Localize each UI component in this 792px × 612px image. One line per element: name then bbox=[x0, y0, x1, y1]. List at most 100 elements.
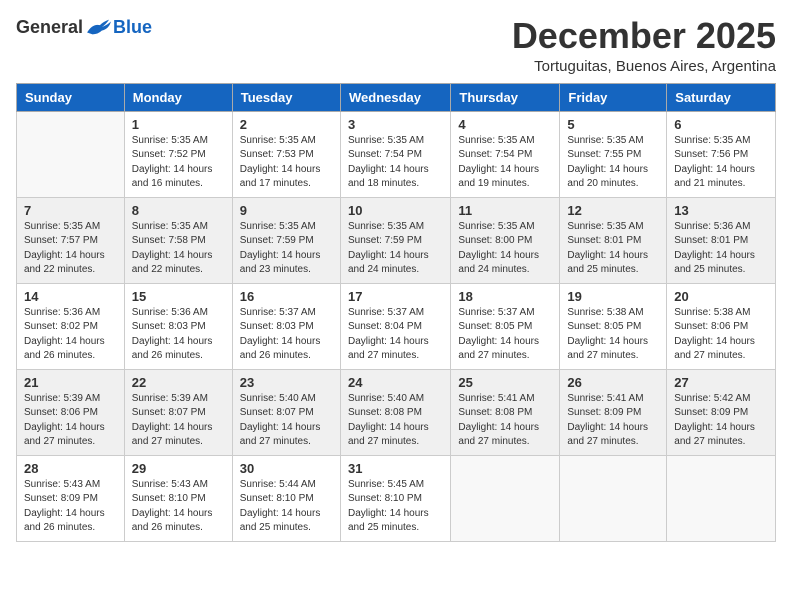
column-header-thursday: Thursday bbox=[451, 83, 560, 111]
calendar-cell: 2 Sunrise: 5:35 AMSunset: 7:53 PMDaylight… bbox=[232, 111, 340, 197]
day-detail: Sunrise: 5:35 AMSunset: 7:53 PMDaylight:… bbox=[240, 134, 333, 192]
day-number: 30 bbox=[240, 461, 333, 476]
day-detail: Sunrise: 5:39 AMSunset: 8:07 PMDaylight:… bbox=[132, 392, 225, 450]
calendar-header-row: SundayMondayTuesdayWednesdayThursdayFrid… bbox=[17, 83, 776, 111]
day-number: 27 bbox=[674, 375, 768, 390]
day-number: 24 bbox=[348, 375, 443, 390]
calendar-cell: 24 Sunrise: 5:40 AMSunset: 8:08 PMDayligh… bbox=[340, 369, 450, 455]
column-header-wednesday: Wednesday bbox=[340, 83, 450, 111]
day-number: 31 bbox=[348, 461, 443, 476]
calendar-cell: 16 Sunrise: 5:37 AMSunset: 8:03 PMDayligh… bbox=[232, 283, 340, 369]
day-number: 14 bbox=[24, 289, 117, 304]
day-number: 6 bbox=[674, 117, 768, 132]
day-detail: Sunrise: 5:37 AMSunset: 8:04 PMDaylight:… bbox=[348, 306, 443, 364]
day-detail: Sunrise: 5:35 AMSunset: 7:52 PMDaylight:… bbox=[132, 134, 225, 192]
calendar-cell: 11 Sunrise: 5:35 AMSunset: 8:00 PMDayligh… bbox=[451, 197, 560, 283]
day-number: 17 bbox=[348, 289, 443, 304]
calendar-cell: 6 Sunrise: 5:35 AMSunset: 7:56 PMDaylight… bbox=[667, 111, 776, 197]
day-detail: Sunrise: 5:36 AMSunset: 8:01 PMDaylight:… bbox=[674, 220, 768, 278]
calendar-cell: 25 Sunrise: 5:41 AMSunset: 8:08 PMDayligh… bbox=[451, 369, 560, 455]
calendar-cell: 18 Sunrise: 5:37 AMSunset: 8:05 PMDayligh… bbox=[451, 283, 560, 369]
day-number: 21 bbox=[24, 375, 117, 390]
day-detail: Sunrise: 5:38 AMSunset: 8:05 PMDaylight:… bbox=[567, 306, 659, 364]
calendar-cell: 17 Sunrise: 5:37 AMSunset: 8:04 PMDayligh… bbox=[340, 283, 450, 369]
day-detail: Sunrise: 5:35 AMSunset: 7:54 PMDaylight:… bbox=[458, 134, 552, 192]
day-number: 22 bbox=[132, 375, 225, 390]
calendar-cell bbox=[667, 455, 776, 541]
day-detail: Sunrise: 5:41 AMSunset: 8:08 PMDaylight:… bbox=[458, 392, 552, 450]
day-number: 16 bbox=[240, 289, 333, 304]
day-number: 13 bbox=[674, 203, 768, 218]
calendar-cell: 22 Sunrise: 5:39 AMSunset: 8:07 PMDayligh… bbox=[124, 369, 232, 455]
day-number: 20 bbox=[674, 289, 768, 304]
day-number: 28 bbox=[24, 461, 117, 476]
day-number: 23 bbox=[240, 375, 333, 390]
calendar-cell: 7Sunrise: 5:35 AMSunset: 7:57 PMDaylight… bbox=[17, 197, 125, 283]
day-detail: Sunrise: 5:35 AMSunset: 7:55 PMDaylight:… bbox=[567, 134, 659, 192]
calendar-week-row: 14 Sunrise: 5:36 AMSunset: 8:02 PMDayligh… bbox=[17, 283, 776, 369]
day-number: 5 bbox=[567, 117, 659, 132]
logo-blue-text: Blue bbox=[113, 17, 152, 38]
day-detail: Sunrise: 5:35 AMSunset: 7:59 PMDaylight:… bbox=[240, 220, 333, 278]
calendar-cell: 27 Sunrise: 5:42 AMSunset: 8:09 PMDayligh… bbox=[667, 369, 776, 455]
column-header-saturday: Saturday bbox=[667, 83, 776, 111]
day-detail: Sunrise: 5:45 AMSunset: 8:10 PMDaylight:… bbox=[348, 478, 443, 536]
day-number: 26 bbox=[567, 375, 659, 390]
page-header: General Blue December 2025 Tortuguitas, … bbox=[16, 16, 776, 75]
day-detail: Sunrise: 5:42 AMSunset: 8:09 PMDaylight:… bbox=[674, 392, 768, 450]
calendar-week-row: 28 Sunrise: 5:43 AMSunset: 8:09 PMDayligh… bbox=[17, 455, 776, 541]
title-block: December 2025 Tortuguitas, Buenos Aires,… bbox=[512, 16, 776, 75]
day-detail: Sunrise: 5:38 AMSunset: 8:06 PMDaylight:… bbox=[674, 306, 768, 364]
calendar-cell: 10 Sunrise: 5:35 AMSunset: 7:59 PMDayligh… bbox=[340, 197, 450, 283]
day-number: 1 bbox=[132, 117, 225, 132]
calendar-cell: 9Sunrise: 5:35 AMSunset: 7:59 PMDaylight… bbox=[232, 197, 340, 283]
day-detail: Sunrise: 5:35 AMSunset: 8:01 PMDaylight:… bbox=[567, 220, 659, 278]
calendar-week-row: 7Sunrise: 5:35 AMSunset: 7:57 PMDaylight… bbox=[17, 197, 776, 283]
calendar-cell: 19 Sunrise: 5:38 AMSunset: 8:05 PMDayligh… bbox=[560, 283, 667, 369]
day-number: 25 bbox=[458, 375, 552, 390]
calendar-cell: 26Sunrise: 5:41 AMSunset: 8:09 PMDayligh… bbox=[560, 369, 667, 455]
calendar-cell bbox=[451, 455, 560, 541]
day-number: 12 bbox=[567, 203, 659, 218]
day-detail: Sunrise: 5:36 AMSunset: 8:02 PMDaylight:… bbox=[24, 306, 117, 364]
column-header-tuesday: Tuesday bbox=[232, 83, 340, 111]
day-number: 18 bbox=[458, 289, 552, 304]
day-number: 11 bbox=[458, 203, 552, 218]
calendar-week-row: 1 Sunrise: 5:35 AMSunset: 7:52 PMDaylight… bbox=[17, 111, 776, 197]
calendar-cell: 1 Sunrise: 5:35 AMSunset: 7:52 PMDaylight… bbox=[124, 111, 232, 197]
calendar-cell: 4 Sunrise: 5:35 AMSunset: 7:54 PMDaylight… bbox=[451, 111, 560, 197]
logo: General Blue bbox=[16, 16, 152, 38]
logo-bird-icon bbox=[85, 16, 113, 38]
month-title: December 2025 bbox=[512, 16, 776, 56]
day-detail: Sunrise: 5:40 AMSunset: 8:08 PMDaylight:… bbox=[348, 392, 443, 450]
day-detail: Sunrise: 5:35 AMSunset: 7:58 PMDaylight:… bbox=[132, 220, 225, 278]
calendar-cell: 20 Sunrise: 5:38 AMSunset: 8:06 PMDayligh… bbox=[667, 283, 776, 369]
day-detail: Sunrise: 5:35 AMSunset: 7:59 PMDaylight:… bbox=[348, 220, 443, 278]
day-detail: Sunrise: 5:35 AMSunset: 8:00 PMDaylight:… bbox=[458, 220, 552, 278]
day-detail: Sunrise: 5:43 AMSunset: 8:09 PMDaylight:… bbox=[24, 478, 117, 536]
calendar-cell bbox=[17, 111, 125, 197]
calendar-cell: 12 Sunrise: 5:35 AMSunset: 8:01 PMDayligh… bbox=[560, 197, 667, 283]
day-detail: Sunrise: 5:36 AMSunset: 8:03 PMDaylight:… bbox=[132, 306, 225, 364]
column-header-sunday: Sunday bbox=[17, 83, 125, 111]
day-number: 19 bbox=[567, 289, 659, 304]
logo-general-text: General bbox=[16, 17, 83, 38]
calendar-cell: 13 Sunrise: 5:36 AMSunset: 8:01 PMDayligh… bbox=[667, 197, 776, 283]
column-header-friday: Friday bbox=[560, 83, 667, 111]
day-detail: Sunrise: 5:40 AMSunset: 8:07 PMDaylight:… bbox=[240, 392, 333, 450]
day-detail: Sunrise: 5:35 AMSunset: 7:56 PMDaylight:… bbox=[674, 134, 768, 192]
day-number: 29 bbox=[132, 461, 225, 476]
calendar-cell: 15Sunrise: 5:36 AMSunset: 8:03 PMDayligh… bbox=[124, 283, 232, 369]
day-number: 2 bbox=[240, 117, 333, 132]
calendar-table: SundayMondayTuesdayWednesdayThursdayFrid… bbox=[16, 83, 776, 542]
calendar-cell: 21Sunrise: 5:39 AMSunset: 8:06 PMDayligh… bbox=[17, 369, 125, 455]
day-detail: Sunrise: 5:35 AMSunset: 7:54 PMDaylight:… bbox=[348, 134, 443, 192]
day-detail: Sunrise: 5:37 AMSunset: 8:05 PMDaylight:… bbox=[458, 306, 552, 364]
calendar-cell: 31 Sunrise: 5:45 AMSunset: 8:10 PMDayligh… bbox=[340, 455, 450, 541]
day-number: 10 bbox=[348, 203, 443, 218]
calendar-cell: 29Sunrise: 5:43 AMSunset: 8:10 PMDayligh… bbox=[124, 455, 232, 541]
day-number: 4 bbox=[458, 117, 552, 132]
day-detail: Sunrise: 5:37 AMSunset: 8:03 PMDaylight:… bbox=[240, 306, 333, 364]
day-number: 3 bbox=[348, 117, 443, 132]
calendar-cell: 30Sunrise: 5:44 AMSunset: 8:10 PMDayligh… bbox=[232, 455, 340, 541]
